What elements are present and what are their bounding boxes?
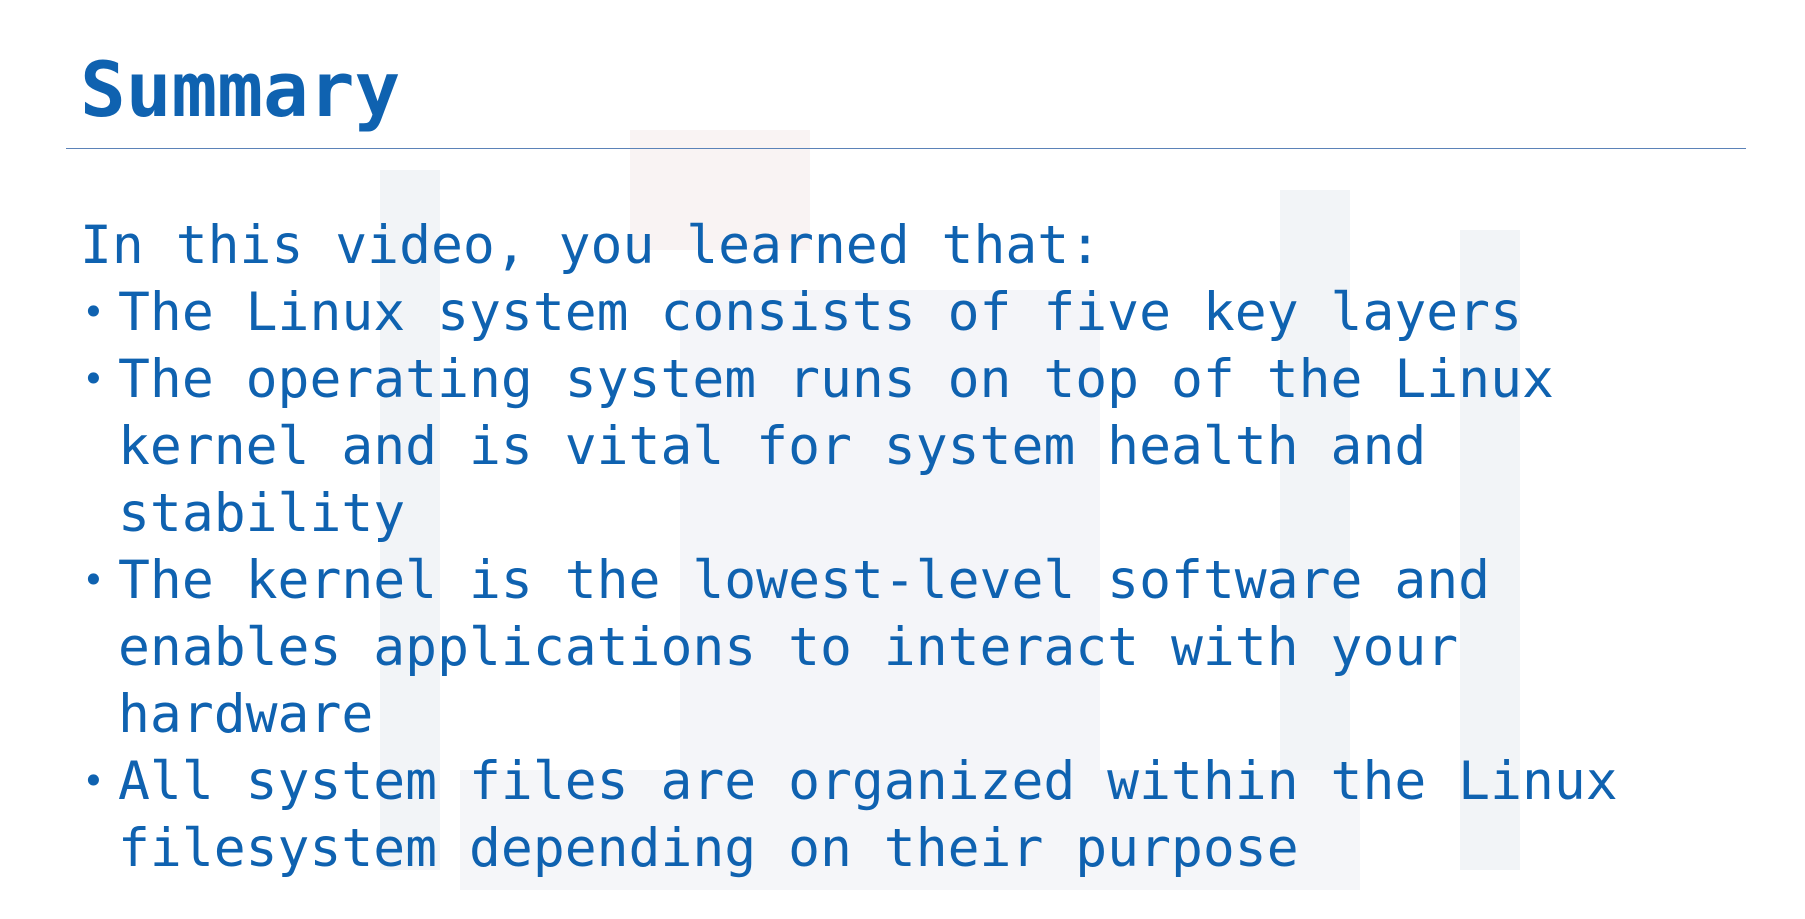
slide: Summary In this video, you learned that:… [0,0,1805,919]
bullet-text-line: stability [118,483,406,544]
bullet-item-operating-system: • The operating system runs on top of th… [80,346,1780,547]
bullet-text-line: The kernel is the lowest-level software … [118,550,1491,611]
bullet-text-line: hardware [118,684,374,745]
bullet-text-line: All system files are organized within th… [118,751,1618,812]
title-divider [66,148,1746,149]
intro-text: In this video, you learned that: [80,215,1102,276]
slide-title: Summary [80,45,401,134]
bullet-dot-icon: • [82,759,105,803]
summary-content: In this video, you learned that: • The L… [80,212,1780,882]
bullet-dot-icon: • [82,290,105,334]
bullet-text-line: The Linux system consists of five key la… [118,282,1522,343]
bullet-text-line: filesystem depending on their purpose [118,818,1299,879]
bullet-item-filesystem: • All system files are organized within … [80,748,1780,882]
bullet-text-line: enables applications to interact with yo… [118,617,1459,678]
bullet-dot-icon: • [82,558,105,602]
bullet-text-line: The operating system runs on top of the … [118,349,1554,410]
bullet-text-line: kernel and is vital for system health an… [118,416,1427,477]
summary-bullet-list: • The Linux system consists of five key … [80,279,1780,882]
bullet-item-kernel: • The kernel is the lowest-level softwar… [80,547,1780,748]
bullet-item-layers: • The Linux system consists of five key … [80,279,1780,346]
bullet-dot-icon: • [82,357,105,401]
